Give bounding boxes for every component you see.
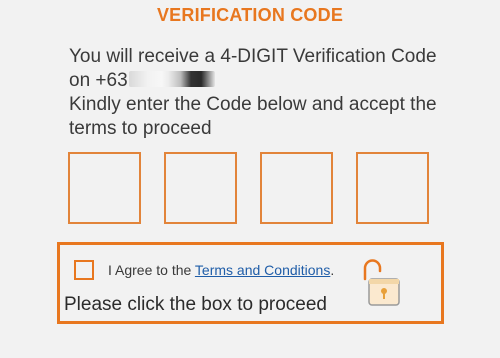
open-padlock-icon bbox=[363, 259, 400, 306]
phone-prefix: on +63 bbox=[69, 70, 128, 91]
message-line-4: terms to proceed bbox=[69, 118, 212, 139]
message-line-3: Kindly enter the Code below and accept t… bbox=[69, 94, 437, 115]
code-digit-2[interactable] bbox=[164, 152, 237, 224]
code-digit-3[interactable] bbox=[260, 152, 333, 224]
agree-prefix: I Agree to the bbox=[108, 262, 195, 278]
agree-label: I Agree to the Terms and Conditions. bbox=[108, 262, 334, 278]
terms-agreement-panel: I Agree to the Terms and Conditions. Ple… bbox=[57, 242, 444, 324]
message-line-2: on +63 bbox=[69, 69, 489, 93]
code-digit-4[interactable] bbox=[356, 152, 429, 224]
redacted-phone-number bbox=[128, 70, 215, 87]
agree-suffix: . bbox=[330, 262, 335, 278]
message-line-1: You will receive a 4-DIGIT Verification … bbox=[69, 46, 437, 67]
agree-checkbox[interactable] bbox=[74, 260, 94, 280]
proceed-instruction: Please click the box to proceed bbox=[64, 294, 327, 315]
code-digit-1[interactable] bbox=[68, 152, 141, 224]
instruction-message: You will receive a 4-DIGIT Verification … bbox=[69, 45, 489, 141]
page-title: VERIFICATION CODE bbox=[156, 5, 344, 25]
terms-and-conditions-link[interactable]: Terms and Conditions bbox=[195, 262, 330, 278]
